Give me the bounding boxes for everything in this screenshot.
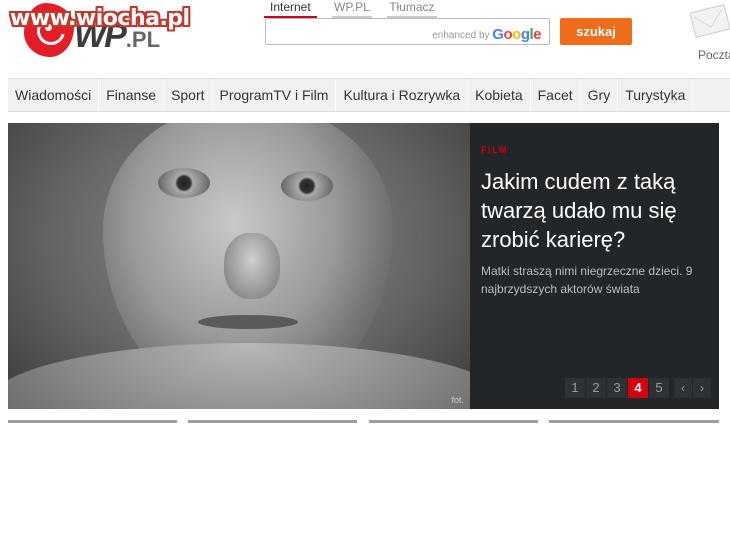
nav-item-turystyka[interactable]: Turystyka xyxy=(618,79,694,111)
teaser-rule-3 xyxy=(369,420,538,423)
hero-slider: fot. FILM Jakim cudem z taką twarzą udał… xyxy=(8,123,719,409)
pager-prev-icon[interactable]: ‹ xyxy=(674,378,692,398)
search-tab-translator[interactable]: Tłumacz xyxy=(387,0,437,18)
search-box: enhanced by Google xyxy=(265,18,550,45)
nav-item-sport[interactable]: Sport xyxy=(164,79,213,111)
hero-description: Matki straszą nimi niegrzeczne dzieci. 9… xyxy=(481,264,693,296)
teaser-rule-1 xyxy=(8,420,177,423)
mail-label: Poczta xyxy=(698,48,730,62)
enhanced-by-google: enhanced by Google xyxy=(432,26,541,43)
pager-page-2[interactable]: 2 xyxy=(586,378,606,398)
hero-title[interactable]: Jakim cudem z taką twarzą udało mu się z… xyxy=(481,167,717,254)
watermark: www.wiocha.pl xyxy=(10,6,190,31)
nav-item-programtv[interactable]: ProgramTV i Film xyxy=(213,79,337,111)
pager-page-3[interactable]: 3 xyxy=(607,378,627,398)
hero-category[interactable]: FILM xyxy=(481,145,508,155)
nav-item-gry[interactable]: Gry xyxy=(581,79,619,111)
hero-nose xyxy=(224,233,280,299)
pager-page-5[interactable]: 5 xyxy=(649,378,669,398)
nav-item-kultura[interactable]: Kultura i Rozrywka xyxy=(336,79,469,111)
nav-item-finanse[interactable]: Finanse xyxy=(99,79,165,111)
nav-item-kobieta[interactable]: Kobieta xyxy=(468,79,531,111)
google-logo: Google xyxy=(492,26,541,43)
search-tabs: Internet WP.PL Tłumacz xyxy=(264,0,449,18)
search-tab-internet[interactable]: Internet xyxy=(264,0,317,18)
pager-page-1[interactable]: 1 xyxy=(565,378,585,398)
nav-item-facet[interactable]: Facet xyxy=(531,79,581,111)
photo-credit: fot. xyxy=(451,395,464,405)
main-nav: Wiadomości Finanse Sport ProgramTV i Film Ku… xyxy=(8,78,730,112)
search-button[interactable]: szukaj xyxy=(560,18,632,45)
search-tab-wppl[interactable]: WP.PL xyxy=(332,0,372,18)
teaser-rule-4 xyxy=(549,420,719,423)
hero-mouth xyxy=(198,315,298,329)
mail-link[interactable]: Poczta xyxy=(684,4,730,64)
hero-photo[interactable]: fot. xyxy=(8,123,470,409)
hero-pager: 1 2 3 4 5 ‹ › xyxy=(565,378,712,398)
pager-page-4[interactable]: 4 xyxy=(628,378,648,398)
nav-item-wiadomosci[interactable]: Wiadomości xyxy=(8,79,100,111)
envelope-icon xyxy=(689,4,730,38)
search-input[interactable] xyxy=(266,19,426,44)
hero-eye-left xyxy=(158,168,210,198)
hero-eye-right xyxy=(281,171,333,201)
teaser-rule-2 xyxy=(188,420,357,423)
hero-panel: FILM Jakim cudem z taką twarzą udało mu … xyxy=(470,123,719,409)
wp-logo[interactable]: WP.PL www.wiocha.pl xyxy=(10,0,190,66)
pager-next-icon[interactable]: › xyxy=(693,378,711,398)
